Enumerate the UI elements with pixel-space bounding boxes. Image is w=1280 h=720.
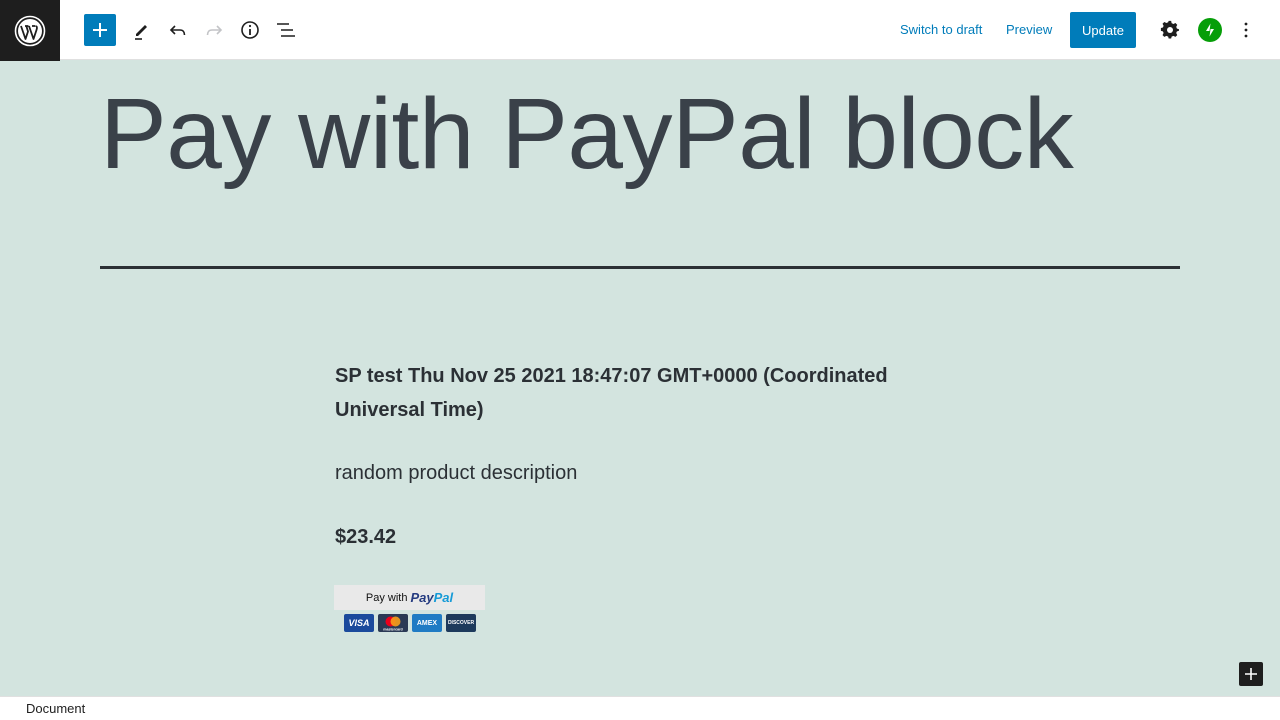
discover-icon: DISCOVER (446, 614, 476, 632)
add-block-button[interactable] (84, 14, 116, 46)
mastercard-icon: mastercard (378, 614, 408, 632)
redo-icon (206, 25, 223, 36)
info-icon (241, 21, 259, 39)
undo-button[interactable] (160, 12, 196, 48)
amex-icon: AMEX (412, 614, 442, 632)
editor-toolbar: Switch to draft Preview Update (0, 0, 1280, 61)
paypal-button-bar: Pay with PayPal (334, 585, 485, 610)
post-title[interactable]: Pay with PayPal block (100, 78, 1074, 190)
jetpack-icon (1206, 23, 1214, 37)
simple-payments-block[interactable]: SP test Thu Nov 25 2021 18:47:07 GMT+000… (335, 359, 945, 554)
paypal-button[interactable]: Pay with PayPal VISA mastercard AMEX DIS… (334, 585, 485, 633)
jetpack-button[interactable] (1198, 18, 1222, 42)
list-view-button[interactable] (268, 12, 304, 48)
wordpress-logo-button[interactable] (0, 0, 60, 61)
plus-icon (1245, 668, 1257, 680)
gear-icon (1160, 20, 1179, 39)
paypal-button-label: Pay with (365, 591, 408, 604)
options-button[interactable] (1228, 12, 1264, 48)
editor-footer: Document (0, 696, 1280, 720)
redo-button[interactable] (196, 12, 232, 48)
settings-button[interactable] (1152, 12, 1188, 48)
visa-icon: VISA (344, 614, 374, 632)
undo-icon (169, 25, 186, 36)
wordpress-icon (14, 15, 46, 46)
tools-button[interactable] (124, 12, 160, 48)
update-button[interactable]: Update (1070, 12, 1136, 48)
product-title: SP test Thu Nov 25 2021 18:47:07 GMT+000… (335, 365, 888, 421)
plus-icon (93, 23, 107, 37)
paypal-logo: PayPal (410, 590, 454, 605)
pencil-icon (135, 25, 147, 40)
breadcrumb-document[interactable]: Document (26, 701, 85, 716)
switch-to-draft-button[interactable]: Switch to draft (900, 21, 982, 39)
block-inserter-button[interactable] (1239, 662, 1263, 686)
more-vertical-icon (1244, 22, 1248, 38)
product-price: $23.42 (335, 526, 397, 548)
list-view-icon (277, 23, 295, 37)
card-logos: VISA mastercard AMEX DISCOVER (334, 610, 485, 632)
svg-text:mastercard: mastercard (383, 628, 402, 632)
preview-button[interactable]: Preview (1006, 21, 1052, 39)
details-button[interactable] (232, 12, 268, 48)
separator-block[interactable] (100, 266, 1180, 269)
product-description: random product description (335, 462, 578, 484)
